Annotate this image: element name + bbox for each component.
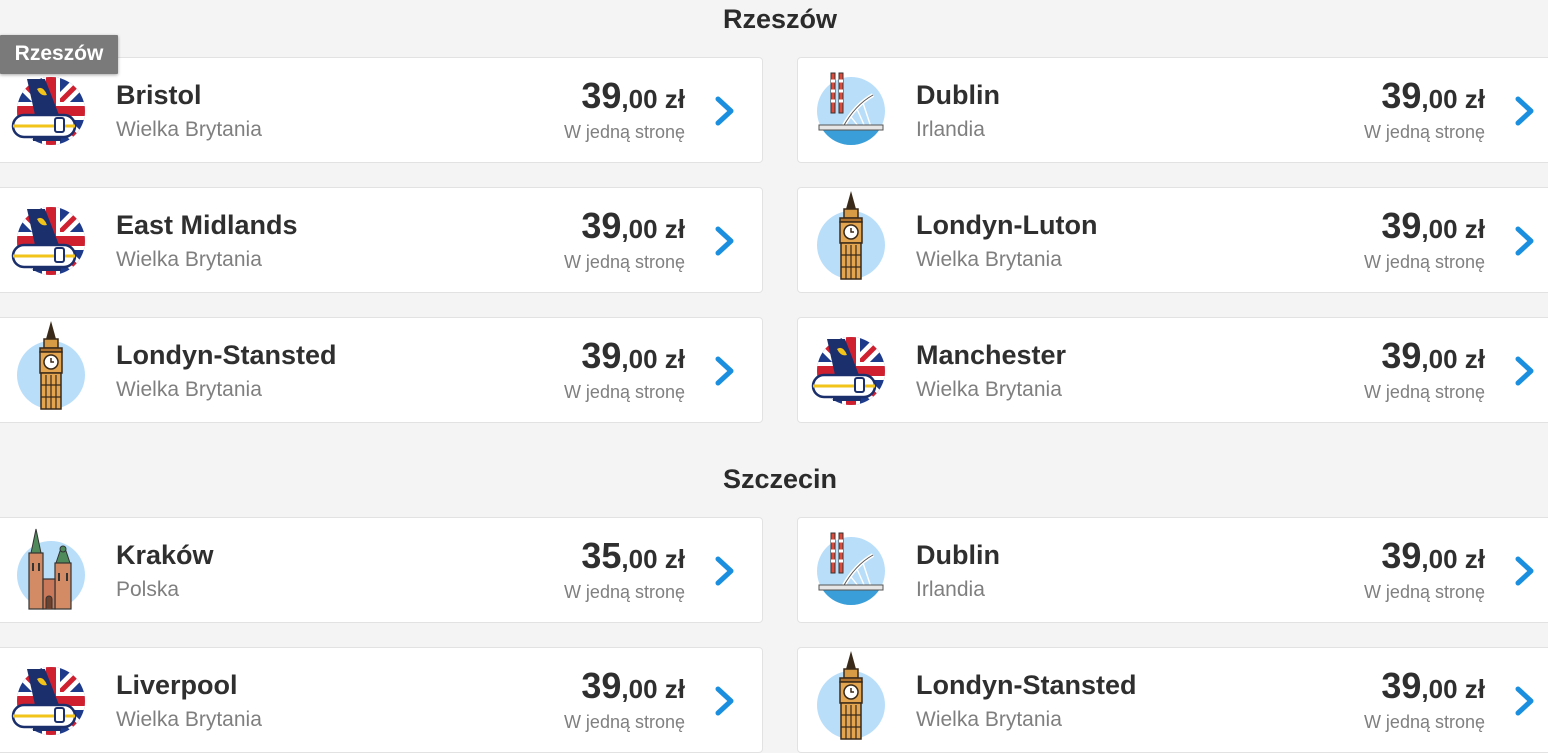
destination-city: East Midlands [116,210,298,240]
price: 39,00 zł [581,75,685,117]
price-decimal-currency: ,00 zł [1421,214,1485,244]
destination-city: Liverpool [116,670,238,700]
price-whole: 39 [1381,205,1422,246]
price-whole: 35 [581,535,622,576]
origin-tooltip: Rzeszów [0,35,118,74]
section-title-rzeszow: Rzeszów [722,4,838,34]
chevron-right-icon[interactable] [714,226,736,256]
fare-type: W jedną stronę [1363,582,1485,602]
route-card-manchester[interactable]: Manchester Wielka Brytania 39,00 zł W je… [797,317,1548,423]
price-decimal-currency: ,00 zł [621,344,685,374]
price: 39,00 zł [1381,205,1485,247]
ryanair-uk-flag-icon [811,335,887,407]
krakow-church-icon [15,528,87,610]
route-card-londyn-stansted[interactable]: Londyn-Stansted Wielka Brytania 39,00 zł… [0,317,763,423]
price-decimal-currency: ,00 zł [1421,544,1485,574]
price-decimal-currency: ,00 zł [621,84,685,114]
destination-city: Dublin [916,540,1000,570]
chevron-right-icon[interactable] [1514,96,1536,126]
chevron-right-icon[interactable] [1514,356,1536,386]
destination-country: Polska [116,578,180,601]
destination-country: Wielka Brytania [116,378,262,401]
chevron-right-icon[interactable] [714,96,736,126]
fare-type: W jedną stronę [1363,382,1485,402]
destination-country: Wielka Brytania [916,248,1062,271]
chevron-right-icon[interactable] [1514,556,1536,586]
destination-city: Bristol [116,80,202,110]
route-card-east-midlands[interactable]: East Midlands Wielka Brytania 39,00 zł W… [0,187,763,293]
price: 39,00 zł [581,335,685,377]
chevron-right-icon[interactable] [714,356,736,386]
section-title-szczecin: Szczecin [722,464,838,494]
destination-country: Wielka Brytania [116,248,262,271]
price-decimal-currency: ,00 zł [621,674,685,704]
big-ben-icon [15,321,87,410]
fare-type: W jedną stronę [563,582,685,602]
price-whole: 39 [1381,335,1422,376]
ryanair-uk-flag-icon [11,665,87,737]
fare-type: W jedną stronę [1363,122,1485,142]
fare-type: W jedną stronę [563,252,685,272]
fare-type: W jedną stronę [563,122,685,142]
destination-country: Wielka Brytania [116,118,262,141]
destination-country: Irlandia [916,118,985,141]
ryanair-uk-flag-icon [11,205,87,277]
dublin-bridge-icon [815,532,887,607]
price-whole: 39 [581,335,622,376]
route-card-dublin[interactable]: Dublin Irlandia 39,00 zł W jedną stronę [797,57,1548,163]
price: 35,00 zł [581,535,685,577]
price: 39,00 zł [1381,75,1485,117]
price-whole: 39 [1381,665,1422,706]
route-card-londyn-luton[interactable]: Londyn-Luton Wielka Brytania 39,00 zł W … [797,187,1548,293]
destination-country: Wielka Brytania [916,708,1062,731]
price-decimal-currency: ,00 zł [1421,674,1485,704]
route-card-londyn-stansted[interactable]: Londyn-Stansted Wielka Brytania 39,00 zł… [797,647,1548,753]
fare-type: W jedną stronę [563,382,685,402]
fare-type: W jedną stronę [1363,252,1485,272]
big-ben-icon [815,191,887,280]
destination-city: Londyn-Stansted [916,670,1137,700]
ryanair-uk-flag-icon [11,75,87,147]
route-card-krak-w[interactable]: Kraków Polska 35,00 zł W jedną stronę [0,517,763,623]
destination-city: Dublin [916,80,1000,110]
fare-type: W jedną stronę [1363,712,1485,732]
price: 39,00 zł [1381,535,1485,577]
destination-city: Manchester [916,340,1067,370]
route-card-dublin[interactable]: Dublin Irlandia 39,00 zł W jedną stronę [797,517,1548,623]
chevron-right-icon[interactable] [714,556,736,586]
price-decimal-currency: ,00 zł [621,214,685,244]
price-whole: 39 [581,75,622,116]
price-whole: 39 [581,665,622,706]
route-card-liverpool[interactable]: Liverpool Wielka Brytania 39,00 zł W jed… [0,647,763,753]
price-whole: 39 [1381,535,1422,576]
destination-country: Wielka Brytania [916,378,1062,401]
big-ben-icon [815,651,887,740]
dublin-bridge-icon [815,72,887,147]
destination-city: Londyn-Luton [916,210,1098,240]
price-whole: 39 [581,205,622,246]
destination-city: Londyn-Stansted [116,340,337,370]
destination-city: Kraków [116,540,214,570]
price-decimal-currency: ,00 zł [1421,344,1485,374]
destination-country: Wielka Brytania [116,708,262,731]
price: 39,00 zł [1381,335,1485,377]
chevron-right-icon[interactable] [1514,686,1536,716]
destination-country: Irlandia [916,578,985,601]
price: 39,00 zł [581,205,685,247]
chevron-right-icon[interactable] [1514,226,1536,256]
chevron-right-icon[interactable] [714,686,736,716]
fare-type: W jedną stronę [563,712,685,732]
price: 39,00 zł [1381,665,1485,707]
price-whole: 39 [1381,75,1422,116]
price: 39,00 zł [581,665,685,707]
price-decimal-currency: ,00 zł [1421,84,1485,114]
price-decimal-currency: ,00 zł [621,544,685,574]
